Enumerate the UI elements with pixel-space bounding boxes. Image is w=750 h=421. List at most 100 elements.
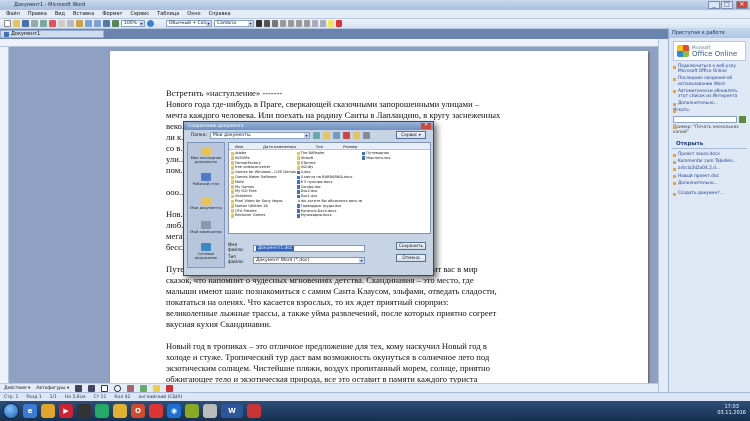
print-icon[interactable] — [31, 20, 38, 27]
media-icon[interactable] — [149, 404, 163, 418]
recent-file-link[interactable]: Дополнительно... — [669, 180, 750, 187]
save-dialog-titlebar[interactable]: Сохранение документа ✕ — [184, 122, 433, 130]
save-button[interactable]: Сохранить — [396, 242, 426, 250]
text-color-icon[interactable] — [166, 384, 174, 392]
copy-icon[interactable] — [67, 20, 74, 27]
vertical-scrollbar[interactable] — [658, 39, 668, 392]
recent-file-link[interactable]: Kommentar zum Tabellen... — [669, 158, 750, 165]
task-pane-header[interactable]: Приступая к работе — [669, 28, 750, 38]
horizontal-ruler[interactable] — [0, 39, 658, 47]
task-pane-link[interactable]: Дополнительно... — [669, 100, 750, 107]
create-document-link[interactable]: Создать документ... — [669, 190, 750, 197]
explorer-folder-icon[interactable] — [41, 404, 55, 418]
recent-file-link[interactable]: articla3d2a04.2.d... — [669, 165, 750, 172]
browser-icon[interactable]: e — [23, 404, 37, 418]
arrow-icon[interactable] — [88, 384, 96, 392]
align-center-icon[interactable] — [288, 20, 294, 27]
minimize-button[interactable]: _ — [708, 1, 720, 9]
game-app-icon[interactable] — [77, 404, 91, 418]
menu-item[interactable]: Вид — [55, 11, 65, 17]
folder-select[interactable]: Мои документы ▾ — [210, 131, 310, 139]
highlight-icon[interactable] — [328, 20, 334, 27]
table-icon[interactable] — [103, 20, 110, 27]
back-icon[interactable] — [313, 131, 320, 139]
menu-item[interactable]: Таблица — [157, 11, 179, 17]
menu-item[interactable]: Сервис — [130, 11, 149, 17]
system-clock[interactable]: 17:03 03.11.2016 — [717, 404, 746, 416]
menu-item[interactable]: Формат — [102, 11, 122, 17]
close-button[interactable]: ✕ — [736, 1, 748, 9]
search-web-icon[interactable] — [333, 131, 340, 139]
cut-icon[interactable] — [58, 20, 65, 27]
start-button-icon[interactable] — [3, 403, 19, 419]
menu-item[interactable]: Вставка — [73, 11, 94, 17]
zoom-select[interactable]: 100% ▾ — [121, 20, 145, 27]
save-icon[interactable] — [22, 20, 29, 27]
vertical-ruler[interactable] — [0, 47, 9, 392]
place-item[interactable]: Мои документы — [188, 191, 224, 215]
recent-file-link[interactable]: Новый проект.doc — [669, 173, 750, 180]
place-item[interactable]: Мой компьютер — [188, 215, 224, 239]
new-folder-icon[interactable] — [353, 131, 360, 139]
search-input[interactable] — [673, 115, 737, 123]
media-player-icon[interactable]: ▶ — [59, 404, 73, 418]
font-select[interactable]: Cambria ▾ — [214, 20, 254, 27]
style-select[interactable]: Обычный + Cali ▾ — [166, 20, 212, 27]
maximize-button[interactable]: □ — [721, 1, 733, 9]
place-item[interactable]: Мои последние документы — [188, 143, 224, 167]
up-folder-icon[interactable] — [323, 131, 330, 139]
task-pane-link[interactable]: Подключиться к веб-узлу Microsoft Office… — [669, 63, 750, 75]
app-icon[interactable] — [95, 404, 109, 418]
app2-icon[interactable] — [203, 404, 217, 418]
utility-icon[interactable] — [185, 404, 199, 418]
search-go-icon[interactable] — [739, 115, 746, 123]
underline-icon[interactable] — [272, 20, 278, 27]
paste-icon[interactable] — [76, 20, 83, 27]
redo-icon[interactable] — [94, 20, 101, 27]
place-item[interactable]: Сетевое окружение — [188, 239, 224, 263]
file-list[interactable]: Имя Дата изменения Тип Размер Adobe AVSVM… — [228, 142, 431, 234]
numbering-icon[interactable] — [312, 20, 318, 27]
print-preview-icon[interactable] — [40, 20, 47, 27]
menu-item[interactable]: Правка — [28, 11, 47, 17]
font-color-icon[interactable] — [336, 20, 342, 27]
task-pane-link[interactable]: Последние сведения об использовании Word — [669, 75, 750, 87]
files-icon[interactable] — [113, 404, 127, 418]
spelling-icon[interactable] — [49, 20, 56, 27]
fill-color-icon[interactable] — [153, 384, 161, 392]
word-taskbar-icon[interactable]: W — [221, 404, 243, 418]
file-item[interactable]: Мыслить.doc — [362, 156, 428, 161]
rectangle-icon[interactable] — [101, 384, 109, 392]
excel-icon[interactable] — [112, 20, 119, 27]
dialog-close-icon[interactable]: ✕ — [421, 123, 431, 129]
place-item[interactable]: Рабочий стол — [188, 167, 224, 191]
service-menu-button[interactable]: Сервис ▾ — [396, 131, 426, 139]
task-pane-link[interactable]: Автоматически обновлять этот список из И… — [669, 88, 750, 100]
italic-icon[interactable] — [264, 20, 270, 27]
menu-item[interactable]: Справка — [209, 11, 231, 17]
office-online-banner[interactable]: Microsoft Office Online — [673, 41, 746, 61]
bullets-icon[interactable] — [320, 20, 326, 27]
new-document-icon[interactable] — [4, 20, 11, 27]
file-item[interactable]: Reckoner Games — [231, 213, 297, 218]
undo-icon[interactable] — [85, 20, 92, 27]
draw-actions-menu[interactable]: Действия ▾ — [4, 386, 30, 391]
help-icon[interactable] — [147, 20, 154, 27]
menu-item[interactable]: Окно — [187, 11, 200, 17]
clipart-icon[interactable] — [140, 384, 148, 392]
bold-icon[interactable] — [256, 20, 262, 27]
wordart-icon[interactable] — [127, 384, 135, 392]
menu-item[interactable]: Файл — [6, 11, 20, 17]
cancel-button[interactable]: Отмена — [396, 254, 426, 262]
opera-icon[interactable]: O — [131, 404, 145, 418]
autoshapes-menu[interactable]: Автофигуры ▾ — [36, 386, 69, 391]
file-item[interactable]: Музыкарии.docx — [296, 213, 363, 218]
app3-icon[interactable] — [247, 404, 261, 418]
oval-icon[interactable] — [114, 384, 122, 392]
views-icon[interactable] — [363, 131, 370, 139]
justify-icon[interactable] — [304, 20, 310, 27]
recent-file-link[interactable]: Проект заказ.docx — [669, 151, 750, 158]
filename-input[interactable]: Документ1.doc — [253, 244, 365, 252]
chrome-icon[interactable]: ◉ — [167, 404, 181, 418]
align-right-icon[interactable] — [296, 20, 302, 27]
